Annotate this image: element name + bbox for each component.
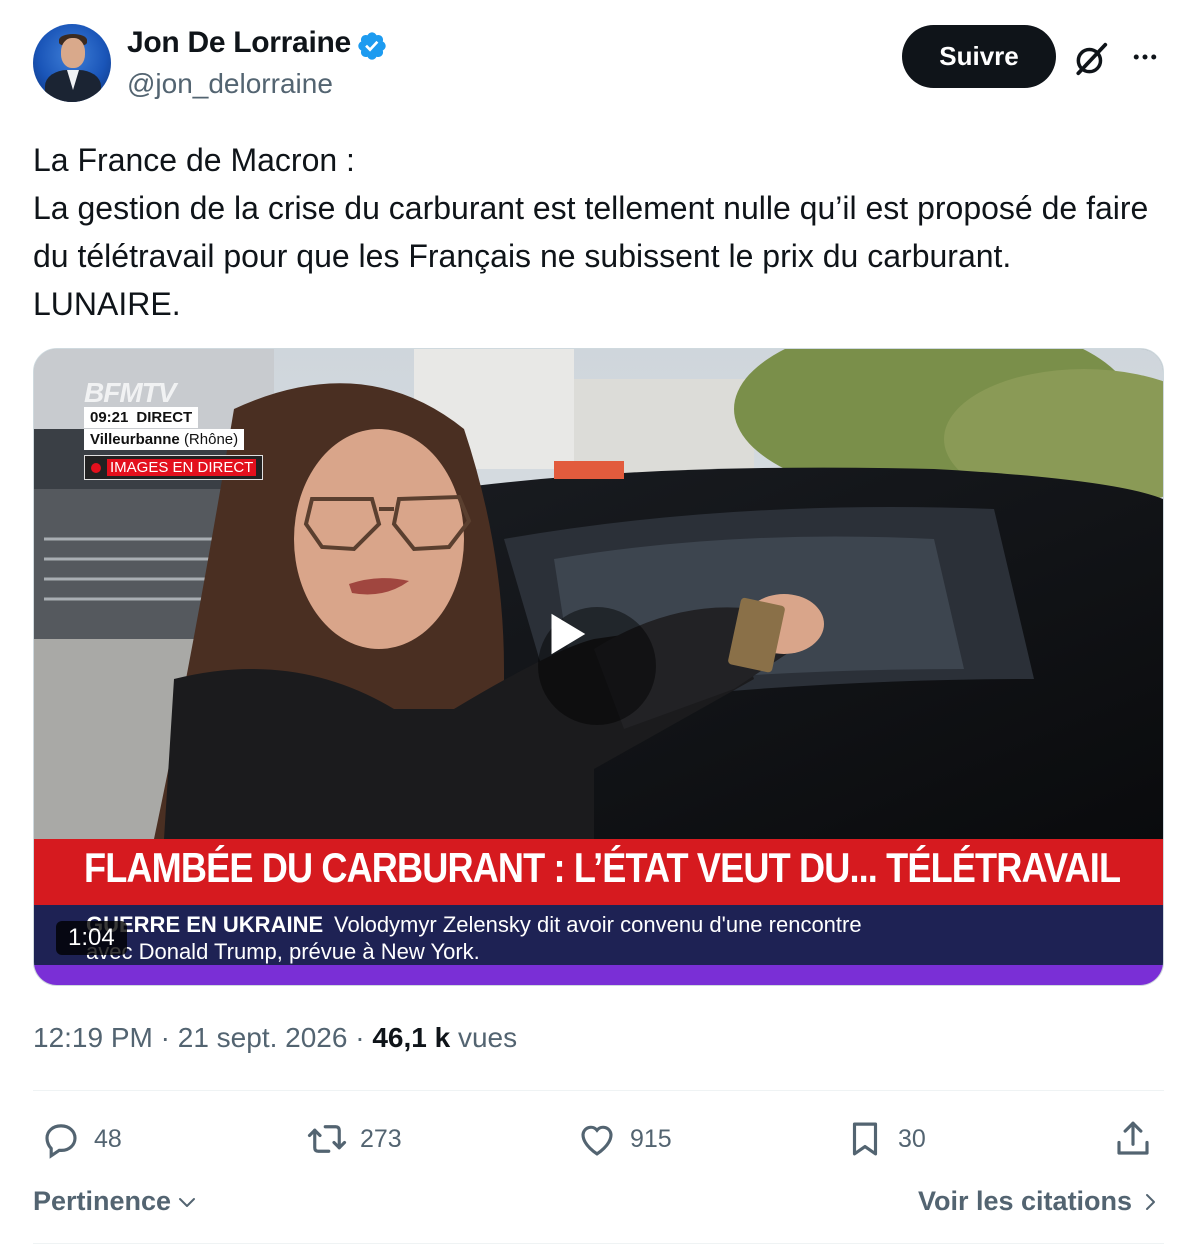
share-button[interactable]	[1112, 1118, 1154, 1160]
follow-button[interactable]: Suivre	[902, 25, 1056, 88]
tv-time-info: 09:21 DIRECT	[84, 407, 199, 428]
tv-headline: FLAMBÉE DU CARBURANT : L’ÉTAT VEUT DU...…	[84, 844, 1121, 891]
reply-icon	[45, 1124, 77, 1159]
tv-location-city: Villeurbanne	[90, 431, 180, 448]
tv-location: Villeurbanne (Rhône)	[84, 429, 245, 450]
meta-separator: ·	[160, 1022, 170, 1053]
tweet-meta: 12:19 PM · 21 sept. 2026 · 46,1 k vues	[33, 1022, 517, 1054]
views-label: vues	[457, 1022, 518, 1053]
tweet-date[interactable]: 21 sept. 2026	[178, 1022, 348, 1053]
author-name[interactable]: Jon De Lorraine	[127, 26, 351, 60]
tv-location-region: (Rhône)	[183, 431, 239, 448]
heart-icon	[581, 1125, 613, 1156]
bookmark-count: 30	[898, 1124, 926, 1153]
tv-ticker-text-2: avec Donald Trump, prévue à New York.	[86, 939, 480, 964]
play-button[interactable]	[538, 607, 656, 725]
tv-live-badge: IMAGES EN DIRECT	[84, 455, 264, 480]
chevron-right-icon	[1146, 1193, 1156, 1210]
more-icon[interactable]	[1128, 42, 1162, 72]
view-quotes-link[interactable]: Voir les citations	[918, 1186, 1160, 1217]
bookmark-button[interactable]: 30	[844, 1118, 926, 1160]
tv-time: 09:21	[90, 409, 129, 426]
repost-button[interactable]: 273	[306, 1118, 402, 1160]
tv-channel-logo: BFMTV	[84, 377, 176, 408]
bookmark-icon	[852, 1122, 878, 1156]
tv-direct: DIRECT	[136, 409, 193, 426]
repost-icon	[307, 1125, 347, 1153]
share-icon	[1117, 1121, 1149, 1155]
divider-bottom	[33, 1243, 1164, 1244]
like-count: 915	[630, 1124, 672, 1153]
author-handle[interactable]: @jon_delorraine	[127, 68, 333, 100]
divider	[33, 1090, 1164, 1091]
sort-dropdown[interactable]: Pertinence	[33, 1186, 199, 1217]
tweet-time[interactable]: 12:19 PM	[33, 1022, 153, 1053]
play-icon	[551, 613, 586, 655]
video-player[interactable]: BFMTV 09:21 DIRECT Villeurbanne (Rhône) I…	[33, 348, 1164, 986]
repost-count: 273	[360, 1124, 402, 1153]
tv-live-label: IMAGES EN DIRECT	[107, 459, 257, 476]
verified-badge-icon[interactable]	[356, 30, 388, 62]
video-duration: 1:04	[56, 921, 127, 955]
live-dot-icon	[91, 462, 101, 473]
reply-button[interactable]: 48	[40, 1118, 122, 1160]
grok-icon[interactable]	[1072, 40, 1110, 78]
quotes-label: Voir les citations	[918, 1186, 1133, 1216]
avatar[interactable]	[33, 24, 111, 102]
like-button[interactable]: 915	[576, 1118, 672, 1160]
sort-label: Pertinence	[33, 1186, 172, 1216]
views-count: 46,1 k	[372, 1022, 451, 1053]
tv-purple-bar	[34, 965, 1163, 985]
reply-count: 48	[94, 1124, 122, 1153]
meta-separator-2: ·	[355, 1022, 365, 1053]
tv-ticker-text: Volodymyr Zelensky dit avoir convenu d'u…	[334, 912, 862, 937]
chevron-down-icon	[179, 1197, 196, 1207]
tweet-text: La France de Macron : La gestion de la c…	[33, 142, 1149, 322]
